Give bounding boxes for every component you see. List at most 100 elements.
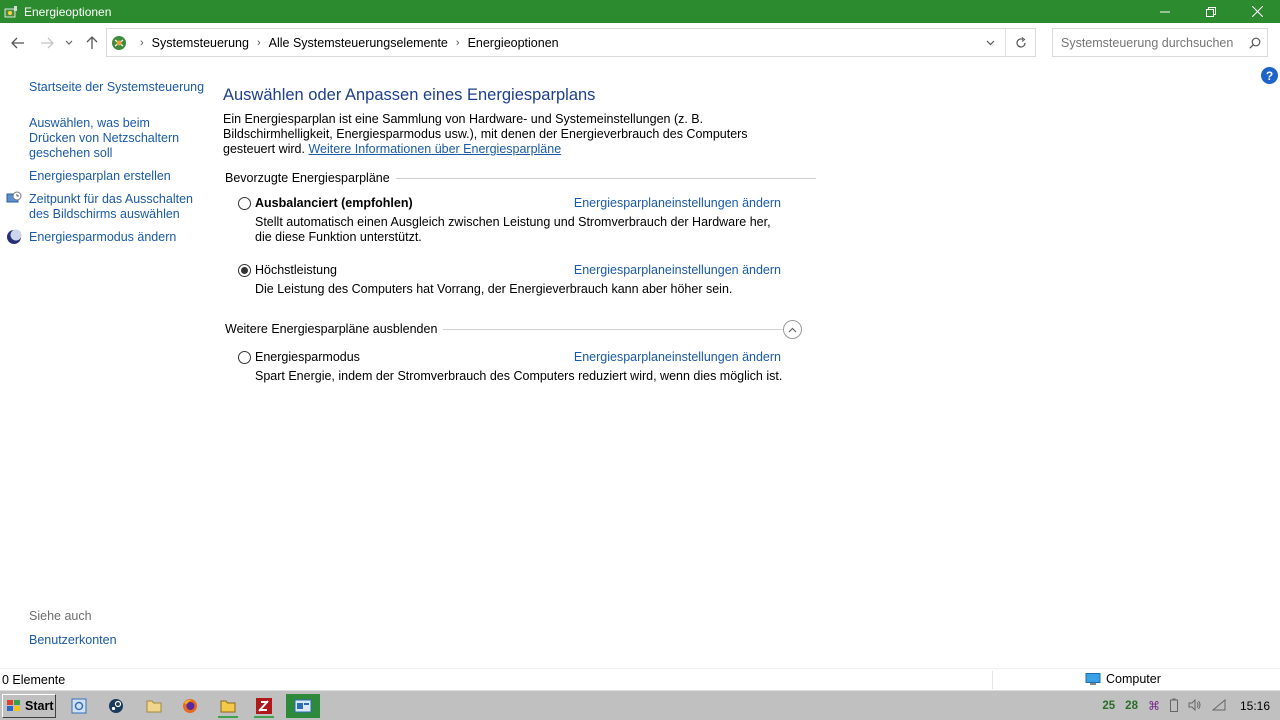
taskbar-app-power-options-active[interactable] (286, 694, 320, 718)
breadcrumb-systemsteuerung[interactable]: Systemsteuerung (152, 36, 249, 50)
plan-power-saver-description: Spart Energie, indem der Stromverbrauch … (255, 369, 783, 383)
sleep-moon-icon (7, 229, 22, 244)
preferred-plans-heading: Bevorzugte Energiesparpläne (225, 171, 390, 185)
taskbar-app-steam[interactable] (103, 694, 129, 718)
arrow-right-icon (41, 37, 54, 49)
start-button[interactable]: Start (2, 694, 56, 718)
plan-power-saver-settings-link[interactable]: Energiesparplaneinstellungen ändern (574, 350, 781, 364)
firefox-icon (183, 699, 197, 713)
status-bar: 0 Elemente Computer (0, 668, 1280, 690)
computer-icon (1085, 672, 1101, 685)
help-button[interactable]: ? (1261, 67, 1278, 84)
section-divider (395, 177, 816, 179)
sidebar-link-home[interactable]: Startseite der Systemsteuerung (29, 80, 204, 95)
tray-value-1[interactable]: 25 (1102, 700, 1115, 712)
preferred-plans-section: Bevorzugte Energiesparpläne (225, 171, 816, 185)
volume-icon[interactable] (1188, 698, 1202, 714)
status-location-label: Computer (1106, 672, 1161, 686)
taskbar: Start 25 28 ⌘ 15:16 (0, 690, 1280, 720)
refresh-icon (1015, 36, 1026, 48)
start-label: Start (25, 699, 54, 713)
sidebar: Startseite der Systemsteuerung Auswählen… (0, 63, 205, 666)
breadcrumb-separator-icon: › (140, 36, 144, 49)
forward-button[interactable] (37, 33, 57, 53)
power-options-icon (4, 5, 17, 17)
network-icon[interactable] (1211, 698, 1226, 714)
running-indicator (254, 716, 274, 718)
collapse-more-plans-button[interactable] (783, 320, 802, 339)
plan-power-saver-name[interactable]: Energiesparmodus (255, 350, 360, 364)
refresh-button[interactable] (1005, 29, 1035, 56)
title-bar: Energieoptionen (0, 0, 1280, 23)
folder-icon (146, 700, 162, 713)
plan-high-performance-description: Die Leistung des Computers hat Vorrang, … (255, 282, 733, 296)
address-dropdown-button[interactable] (979, 29, 1001, 56)
search-input[interactable] (1061, 30, 1243, 55)
more-info-link[interactable]: Weitere Informationen über Energiesparpl… (308, 142, 561, 156)
sidebar-link-power-buttons[interactable]: Auswählen, was beim Drücken von Netzscha… (29, 116, 199, 161)
more-plans-heading[interactable]: Weitere Energiesparpläne ausblenden (225, 322, 437, 336)
plan-balanced-radio[interactable] (238, 197, 251, 210)
taskbar-app-firefox[interactable] (177, 694, 203, 718)
control-panel-window-icon (294, 699, 312, 713)
plan-balanced-settings-link[interactable]: Energiesparplaneinstellungen ändern (574, 196, 781, 210)
up-button[interactable] (82, 33, 102, 53)
close-button[interactable] (1234, 0, 1280, 23)
control-panel-icon (112, 35, 126, 50)
plan-power-saver-radio[interactable] (238, 351, 251, 364)
address-bar[interactable]: › Systemsteuerung › Alle Systemsteuerung… (106, 28, 1036, 57)
chevron-up-icon (788, 327, 797, 332)
breadcrumb-separator-icon: › (256, 36, 261, 49)
more-plans-section: Weitere Energiesparpläne ausblenden (225, 322, 796, 336)
taskbar-app-file-manager[interactable] (141, 694, 167, 718)
navigation-bar: › Systemsteuerung › Alle Systemsteuerung… (0, 23, 1280, 63)
plan-high-performance-name[interactable]: Höchstleistung (255, 263, 337, 277)
back-button[interactable] (8, 33, 28, 53)
close-icon (1251, 6, 1263, 17)
running-indicator (218, 716, 238, 718)
plan-balanced-description: Stellt automatisch einen Ausgleich zwisc… (255, 215, 771, 244)
chevron-down-icon (986, 40, 994, 45)
restore-button[interactable] (1188, 0, 1234, 23)
system-tray: 25 28 ⌘ 15:16 (1102, 691, 1280, 720)
chevron-down-icon (65, 40, 73, 45)
minimize-icon (1160, 11, 1170, 12)
status-divider (992, 671, 993, 689)
page-title: Auswählen oder Anpassen eines Energiespa… (223, 86, 596, 104)
arrow-up-icon (86, 36, 98, 49)
window-title: Energieoptionen (24, 4, 112, 19)
plan-balanced-name[interactable]: Ausbalanciert (empfohlen) (255, 196, 413, 210)
tray-value-2[interactable]: 28 (1125, 700, 1138, 712)
file-explorer-icon (220, 700, 236, 713)
see-also-heading: Siehe auch (29, 609, 92, 623)
status-location: Computer (1085, 672, 1161, 686)
sidebar-link-user-accounts[interactable]: Benutzerkonten (29, 633, 117, 648)
sidebar-link-create-plan[interactable]: Energiesparplan erstellen (29, 169, 171, 184)
breadcrumb-separator-icon: › (455, 36, 460, 49)
battery-icon[interactable] (1169, 698, 1178, 715)
windows-logo-icon (7, 700, 20, 711)
taskbar-clock[interactable]: 15:16 (1240, 699, 1270, 713)
intro-paragraph: Ein Energiesparplan ist eine Sammlung vo… (223, 112, 793, 157)
breadcrumb-alle-elemente[interactable]: Alle Systemsteuerungselemente (269, 36, 448, 50)
item-count: 0 Elemente (2, 673, 66, 687)
sidebar-link-display-off[interactable]: Zeitpunkt für das Ausschalten des Bildsc… (29, 192, 199, 222)
taskbar-app-control-panel[interactable] (66, 694, 92, 718)
search-icon[interactable] (1243, 37, 1267, 49)
plan-high-performance-settings-link[interactable]: Energiesparplaneinstellungen ändern (574, 263, 781, 277)
steam-icon (109, 699, 123, 713)
tray-app-icon[interactable]: ⌘ (1148, 699, 1160, 713)
section-divider (443, 328, 796, 330)
display-clock-icon (6, 191, 22, 203)
arrow-left-icon (11, 37, 24, 49)
taskbar-app-filezilla[interactable] (251, 694, 277, 718)
control-panel-icon (71, 698, 87, 714)
plan-high-performance-radio[interactable] (238, 264, 251, 277)
minimize-button[interactable] (1142, 0, 1188, 23)
breadcrumb-energieoptionen[interactable]: Energieoptionen (468, 36, 559, 50)
filezilla-icon (256, 698, 272, 714)
taskbar-app-file-explorer[interactable] (215, 694, 241, 718)
recent-locations-button[interactable] (62, 33, 76, 53)
search-box (1052, 28, 1268, 57)
sidebar-link-saver-mode[interactable]: Energiesparmodus ändern (29, 230, 176, 245)
